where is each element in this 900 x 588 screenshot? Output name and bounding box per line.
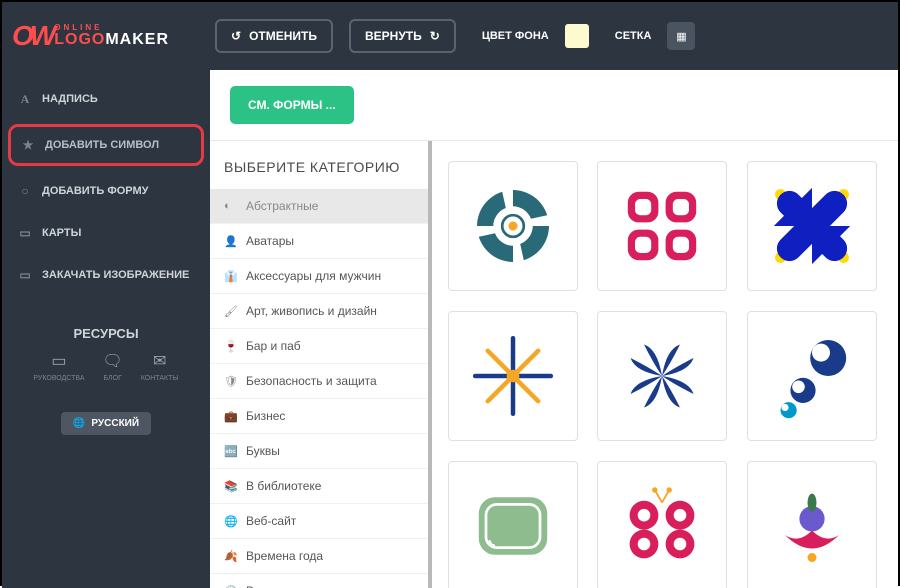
symbol-grid [432,141,898,588]
category-label: Бар и паб [246,339,301,353]
main-toolbar: СМ. ФОРМЫ ... [210,70,898,141]
top-toolbar: OW ONLINE LOGOMAKER ↺ ОТМЕНИТЬ ВЕРНУТЬ ↻… [2,2,898,70]
category-label: Безопасность и защита [246,374,377,388]
resource-guides[interactable]: ▭ РУКОВОДСТВА [33,351,84,382]
category-icon: ◐ [224,200,236,212]
category-item[interactable]: 🔤 Буквы [210,434,428,469]
category-icon: 💼 [224,410,236,423]
redo-icon: ↻ [430,29,440,43]
category-label: Времена года [246,549,323,563]
sidebar-item-label: ЗАКАЧАТЬ ИЗОБРАЖЕНИЕ [42,269,189,281]
sidebar-item-add-symbol[interactable]: ★ ДОБАВИТЬ СИМВОЛ [8,124,204,166]
grid-label: СЕТКА [615,30,652,42]
category-icon: 🍷 [224,340,236,353]
sidebar-item-label: КАРТЫ [42,227,81,239]
category-icon: 🔤 [224,445,236,458]
category-item[interactable]: 🍂 Времена года [210,539,428,574]
sidebar-item-label: НАДПИСЬ [42,93,98,105]
category-label: Абстрактные [246,199,318,213]
category-icon: 🍂 [224,550,236,563]
sidebar-item-upload-image[interactable]: ▭ ЗАКАЧАТЬ ИЗОБРАЖЕНИЕ [2,254,210,296]
resource-label: РУКОВОДСТВА [33,375,84,382]
category-label: Аксессуары для мужчин [246,269,381,283]
resource-label: КОНТАКТЫ [141,375,179,382]
symbol-thumbnail[interactable] [597,311,727,441]
sidebar-item-label: ДОБАВИТЬ СИМВОЛ [45,139,159,151]
resources-title: РЕСУРСЫ [2,326,210,341]
category-item[interactable]: 👔 Аксессуары для мужчин [210,259,428,294]
category-icon: 👔 [224,270,236,283]
category-label: Буквы [246,444,280,458]
bgcolor-swatch[interactable] [565,24,589,48]
resource-contacts[interactable]: ✉ КОНТАКТЫ [141,351,179,382]
symbol-thumbnail[interactable] [448,311,578,441]
mail-icon: ✉ [153,351,166,371]
resources-section: РЕСУРСЫ ▭ РУКОВОДСТВА 🗨 БЛОГ ✉ КОНТАКТЫ [2,326,210,382]
category-item[interactable]: 💼 Бизнес [210,399,428,434]
category-item[interactable]: 👤 Аватары [210,224,428,259]
category-label: Бизнес [246,409,285,423]
language-label: РУССКИЙ [91,418,139,429]
sidebar-item-label: ДОБАВИТЬ ФОРМУ [42,185,149,197]
undo-icon: ↺ [231,29,241,43]
main-panel: СМ. ФОРМЫ ... ВЫБЕРИТЕ КАТЕГОРИЮ ◐ Абстра… [210,70,898,588]
symbol-thumbnail[interactable] [448,161,578,291]
category-title: ВЫБЕРИТЕ КАТЕГОРИЮ [210,141,428,189]
category-item-abstract[interactable]: ◐ Абстрактные [210,189,428,224]
symbol-thumbnail[interactable] [747,461,877,588]
symbol-thumbnail[interactable] [747,311,877,441]
book-icon: ▭ [51,351,66,371]
globe-icon: 🌐 [73,418,85,429]
grid-toggle-button[interactable]: ▦ [667,22,695,50]
category-item[interactable]: 🖌 Арт, живопись и дизайн [210,294,428,329]
category-item[interactable]: 🌐 Веб-сайт [210,504,428,539]
category-icon: 🖌 [224,305,236,318]
logo-mark-icon: OW [12,20,52,52]
category-label: Арт, живопись и дизайн [246,304,377,318]
bgcolor-label: ЦВЕТ ФОНА [482,30,549,42]
symbol-thumbnail[interactable] [597,461,727,588]
map-icon: ▭ [18,226,32,240]
resource-label: БЛОГ [103,375,121,382]
category-icon: 🌐 [224,515,236,528]
category-item[interactable]: 📚 В библиотеке [210,469,428,504]
category-label: В библиотеке [246,479,321,493]
category-label: Аватары [246,234,294,248]
undo-label: ОТМЕНИТЬ [249,29,317,43]
star-icon: ★ [21,138,35,152]
circle-icon: ○ [18,184,32,198]
category-icon: 🛡 [224,375,236,388]
redo-label: ВЕРНУТЬ [365,29,422,43]
category-item[interactable]: 🛡 Безопасность и защита [210,364,428,399]
sidebar-item-add-shape[interactable]: ○ ДОБАВИТЬ ФОРМУ [2,170,210,212]
symbol-thumbnail[interactable] [597,161,727,291]
symbol-thumbnail[interactable] [747,161,877,291]
language-button[interactable]: 🌐 РУССКИЙ [61,412,151,435]
grid-icon: ▦ [676,30,686,43]
category-icon: 🕐 [224,585,236,588]
undo-button[interactable]: ↺ ОТМЕНИТЬ [215,19,333,53]
see-forms-button[interactable]: СМ. ФОРМЫ ... [230,86,354,124]
category-item[interactable]: 🍷 Бар и паб [210,329,428,364]
category-label: Веб-сайт [246,514,296,528]
image-icon: ▭ [18,268,32,282]
text-icon: A [18,92,32,106]
category-list: ВЫБЕРИТЕ КАТЕГОРИЮ ◐ Абстрактные 👤 Аватары… [210,141,432,588]
category-icon: 👤 [224,235,236,248]
resource-blog[interactable]: 🗨 БЛОГ [103,351,123,382]
redo-button[interactable]: ВЕРНУТЬ ↻ [349,19,456,53]
category-icon: 📚 [224,480,236,493]
category-label: Время [246,584,282,588]
logo-wordmark: LOGOMAKER [54,32,169,48]
sidebar-item-maps[interactable]: ▭ КАРТЫ [2,212,210,254]
left-sidebar: A НАДПИСЬ ★ ДОБАВИТЬ СИМВОЛ ○ ДОБАВИТЬ Ф… [2,70,210,588]
symbol-thumbnail[interactable] [448,461,578,588]
sidebar-item-text[interactable]: A НАДПИСЬ [2,78,210,120]
chat-icon: 🗨 [103,351,123,371]
brand-logo: OW ONLINE LOGOMAKER [12,20,169,52]
